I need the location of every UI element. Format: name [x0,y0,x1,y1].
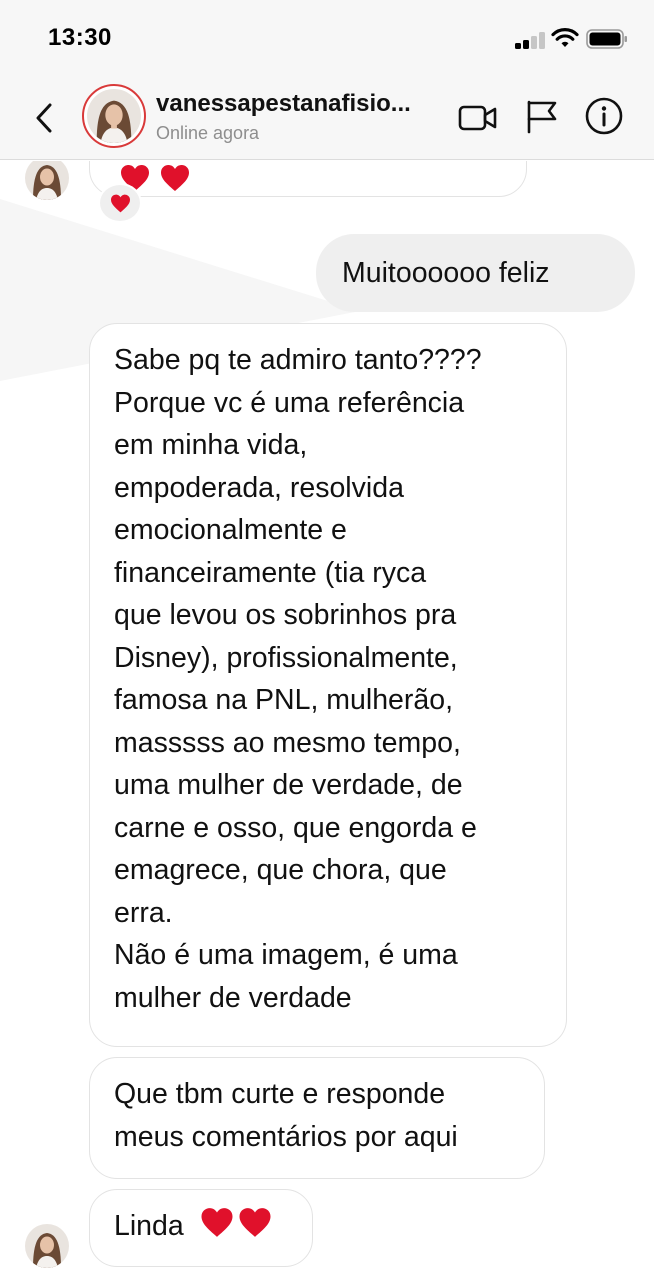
message-line: emocionalmente e [114,514,347,546]
heart-icon [200,1207,234,1251]
message-text: Muitoooooo feliz [342,257,550,289]
profile-photo [87,89,141,143]
presence-status: Online agora [156,123,260,143]
message-bubble[interactable]: Linda [89,1189,313,1267]
message-line: Disney), profissionalmente, [114,641,458,674]
video-camera-icon [458,105,497,131]
message-text: Linda [114,1210,184,1242]
message-line: Porque vc é uma referência [114,386,465,419]
wifi-icon [551,28,579,47]
sender-photo [25,1224,69,1268]
message-line: que levou os sobrinhos pra [114,599,457,631]
message-line: famosa na PNL, mulherão, [114,684,454,716]
message-line: carne e osso, que engorda e [114,811,477,844]
message-line: Sabe pq te admiro tanto???? [114,344,482,376]
chevron-left-icon [36,103,52,133]
heart-icon [238,1207,272,1251]
status-bar: 13:30 [0,0,654,78]
message-line: Que tbm curte e responde [114,1078,446,1110]
message-bubble[interactable]: Sabe pq te admiro tanto???? Porque vc é … [89,323,567,1047]
message-line: uma mulher de verdade, de [114,769,463,801]
flag-icon [527,100,557,134]
cellular-signal-icon [515,31,547,49]
message-line: erra. [114,896,173,929]
message-thread[interactable]: Muitoooooo feliz Sabe pq te admiro tanto… [0,161,654,1280]
sender-avatar[interactable] [25,1224,69,1268]
message-line: meus comentários por aqui [114,1120,458,1153]
message-line: masssss ao mesmo tempo, [114,726,461,759]
info-icon [585,97,623,135]
message-line: mulher de verdade [114,981,352,1014]
conversation-header: vanessapestanafisio... Online agora [0,78,654,160]
heart-icon [160,162,190,205]
profile-avatar[interactable] [82,84,146,148]
info-button[interactable] [584,96,624,136]
battery-icon [586,29,627,49]
heart-icon [111,194,130,213]
status-time: 13:30 [48,24,112,51]
message-bubble[interactable]: Que tbm curte e responde meus comentário… [89,1057,545,1179]
video-call-button[interactable] [458,98,498,138]
message-bubble-outgoing[interactable]: Muitoooooo feliz [316,234,635,312]
message-bubble[interactable] [89,161,527,197]
message-line: Não é uma imagem, é uma [114,939,458,971]
back-button[interactable] [30,98,60,138]
report-button[interactable] [524,96,560,136]
message-line: em minha vida, [114,429,308,461]
message-line: emagrece, que chora, que [114,854,447,886]
conversation-username[interactable]: vanessapestanafisio... [156,90,440,118]
message-reaction[interactable] [98,183,142,223]
message-line: empoderada, resolvida [114,471,404,504]
message-line: financeiramente (tia ryca [114,556,427,589]
